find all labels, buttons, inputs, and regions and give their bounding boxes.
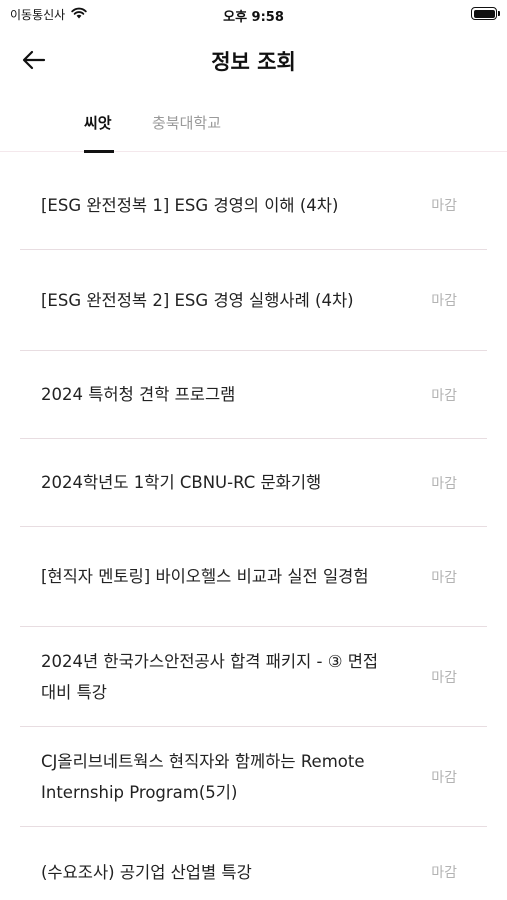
page-title: 정보 조회 [211,50,296,74]
item-title: CJ올리브네트웍스 현직자와 함께하는 Remote Internship Pr… [41,751,365,802]
list-item[interactable]: (수요조사) 공기업 산업별 특강 마감 [20,827,487,900]
list-item[interactable]: 2024학년도 1학기 CBNU-RC 문화기행 마감 [20,439,487,527]
status-badge: 마감 [431,293,457,309]
battery-icon [471,7,500,20]
status-badge: 마감 [431,387,457,404]
tab-bar: 씨앗 충북대학교 [0,100,507,153]
item-title: 2024학년도 1학기 CBNU-RC 문화기행 [41,473,322,492]
item-title: [ESG 완전정복 1] ESG 경영의 이해 (4차) [41,195,339,215]
status-badge: 마감 [431,669,457,686]
active-tab-indicator [84,150,114,153]
item-title: [현직자 멘토링] 바이오헬스 비교과 실전 일경험 [41,567,369,586]
item-title: 2024년 한국가스안전공사 합격 패키지 - ③ 면접 대비 특강 [41,651,379,702]
item-title: 2024 특허청 견학 프로그램 [41,385,236,404]
status-badge: 마감 [431,769,457,786]
item-title: [ESG 완전정복 2] ESG 경영 실행사례 (4차) [41,290,354,310]
list-item[interactable]: CJ올리브네트웍스 현직자와 함께하는 Remote Internship Pr… [20,727,487,827]
list-item[interactable]: [현직자 멘토링] 바이오헬스 비교과 실전 일경험 마감 [20,527,487,627]
program-list: [ESG 완전정복 1] ESG 경영의 이해 (4차) 마감 [ESG 완전정… [20,161,487,900]
status-badge: 마감 [431,569,457,586]
status-time: 오후 9:58 [223,10,284,25]
status-badge: 마감 [431,198,457,214]
list-item[interactable]: 2024년 한국가스안전공사 합격 패키지 - ③ 면접 대비 특강 마감 [20,627,487,727]
list-item[interactable]: [ESG 완전정복 2] ESG 경영 실행사례 (4차) 마감 [20,250,487,351]
list-item[interactable]: [ESG 완전정복 1] ESG 경영의 이해 (4차) 마감 [20,161,487,250]
header: 정보 조회 [0,30,507,90]
status-badge: 마감 [431,475,457,492]
tab-chungbuk-university[interactable]: 충북대학교 [152,112,221,133]
item-title: (수요조사) 공기업 산업별 특강 [41,862,252,882]
tab-ssiat[interactable]: 씨앗 [84,112,112,133]
list-item[interactable]: 2024 특허청 견학 프로그램 마감 [20,351,487,439]
status-badge: 마감 [431,865,457,881]
status-bar: 이동통신사 오후 9:58 [0,0,507,30]
